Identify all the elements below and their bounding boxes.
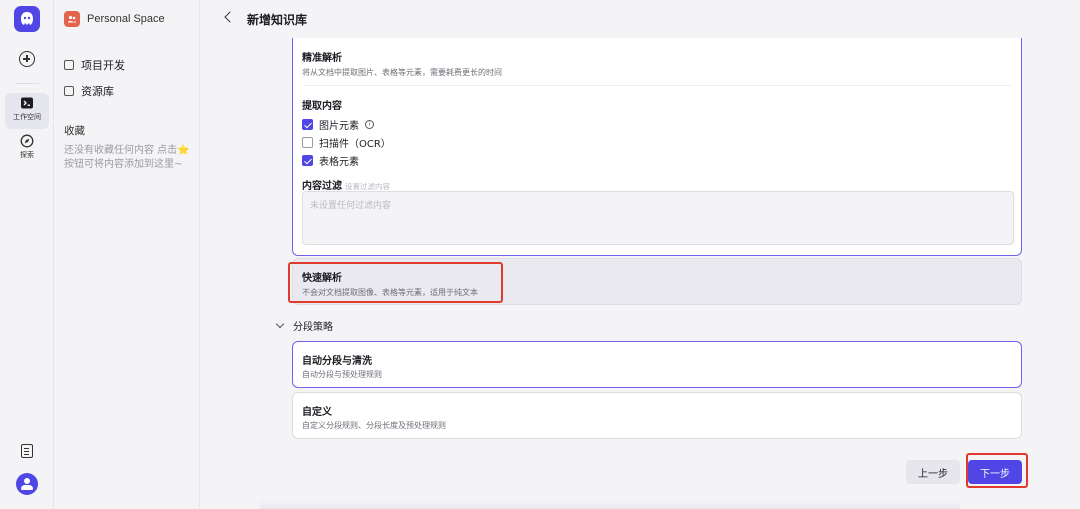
rail-item-workspace-label: 工作空间 xyxy=(13,113,41,121)
divider xyxy=(303,85,1011,86)
main-panel: 新增知识库 精准解析 将从文档中提取图片、表格等元素，需要耗费更长的时间 提取内… xyxy=(200,0,1080,509)
next-step-button[interactable]: 下一步 xyxy=(968,460,1022,484)
rail-item-workspace[interactable]: 工作空间 xyxy=(5,93,49,129)
segment-title: 分段策略 xyxy=(293,322,333,333)
project-icon xyxy=(64,60,74,70)
fast-desc: 不会对文档提取图像、表格等元素，适用于纯文本 xyxy=(302,288,478,297)
chevron-down-icon xyxy=(275,319,285,329)
extract-title: 提取内容 xyxy=(302,101,342,112)
segment-option-custom[interactable]: 自定义 自定义分段规则、分段长度及预处理规则 xyxy=(292,392,1022,439)
checkbox-label: 表格元素 xyxy=(319,157,359,168)
space-switcher[interactable]: Personal Space xyxy=(64,11,165,27)
favorites-title: 收藏 xyxy=(64,125,85,137)
filter-input[interactable] xyxy=(302,191,1014,245)
checkbox-scan-ocr[interactable]: 扫描件（OCR） xyxy=(302,135,391,150)
filter-title: 内容过滤 设置过滤内容 xyxy=(302,177,390,192)
document-icon[interactable] xyxy=(21,444,33,458)
checkbox-checked[interactable] xyxy=(302,119,313,130)
segment-option-title: 自动分段与清洗 xyxy=(302,356,372,367)
info-icon[interactable]: i xyxy=(365,120,374,129)
checkbox-checked[interactable] xyxy=(302,155,313,166)
segment-option-desc: 自动分段与预处理规则 xyxy=(302,370,382,379)
space-name: Personal Space xyxy=(87,13,165,25)
scroll-shadow xyxy=(260,500,960,509)
terminal-icon xyxy=(21,97,33,109)
knowledge-form: 精准解析 将从文档中提取图片、表格等元素，需要耗费更长的时间 提取内容 图片元素… xyxy=(200,0,1080,509)
user-avatar-icon[interactable] xyxy=(16,473,38,495)
segment-section-toggle[interactable]: 分段策略 xyxy=(275,318,333,333)
app-logo-icon[interactable] xyxy=(14,6,40,32)
checkbox-unchecked[interactable] xyxy=(302,137,313,148)
favorites-empty-text: 还没有收藏任何内容 点击⭐按钮可将内容添加到这里~ xyxy=(64,145,190,170)
rail-item-explore-label: 探索 xyxy=(20,151,34,159)
checkbox-table-elements[interactable]: 表格元素 xyxy=(302,153,359,168)
parse-option-fast[interactable]: 快速解析 不会对文档提取图像、表格等元素，适用于纯文本 xyxy=(292,258,1022,305)
parse-option-precise[interactable]: 精准解析 将从文档中提取图片、表格等元素，需要耗费更长的时间 提取内容 图片元素… xyxy=(292,38,1022,256)
prev-step-button[interactable]: 上一步 xyxy=(906,460,960,484)
checkbox-image-elements[interactable]: 图片元素 i xyxy=(302,117,374,132)
checkbox-label: 扫描件（OCR） xyxy=(319,139,391,150)
precise-desc: 将从文档中提取图片、表格等元素，需要耗费更长的时间 xyxy=(302,68,502,77)
people-icon xyxy=(64,11,80,27)
sidebar-item-project-dev[interactable]: 项目开发 xyxy=(64,57,125,73)
precise-title: 精准解析 xyxy=(302,53,342,64)
filter-hint: 设置过滤内容 xyxy=(345,182,390,191)
fast-title: 快速解析 xyxy=(302,273,342,284)
library-icon xyxy=(64,86,74,96)
rail-item-explore[interactable]: 探索 xyxy=(5,131,49,167)
sidebar: Personal Space 项目开发 资源库 收藏 还没有收藏任何内容 点击⭐… xyxy=(54,0,200,509)
left-rail: 工作空间 探索 xyxy=(0,0,54,509)
sidebar-item-label: 项目开发 xyxy=(81,59,125,72)
segment-option-title: 自定义 xyxy=(302,407,332,418)
plus-icon[interactable] xyxy=(19,51,35,67)
segment-option-auto[interactable]: 自动分段与清洗 自动分段与预处理规则 xyxy=(292,341,1022,388)
segment-option-desc: 自定义分段规则、分段长度及预处理规则 xyxy=(302,421,446,430)
checkbox-label: 图片元素 xyxy=(319,121,359,132)
sidebar-item-label: 资源库 xyxy=(81,85,114,98)
sidebar-item-library[interactable]: 资源库 xyxy=(64,83,114,99)
rail-divider xyxy=(15,83,39,84)
compass-icon xyxy=(20,134,34,148)
